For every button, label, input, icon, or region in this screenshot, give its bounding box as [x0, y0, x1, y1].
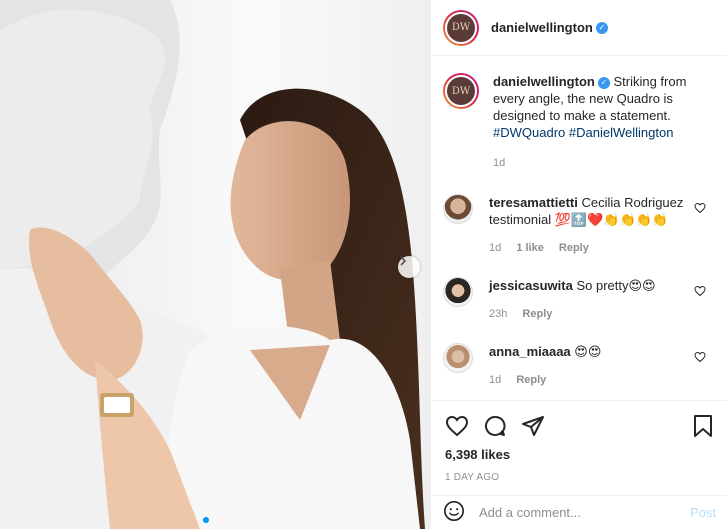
caption-meta: 1d: [493, 155, 713, 172]
caption-avatar[interactable]: DW: [443, 73, 479, 109]
comment-meta: 1d Reply: [489, 372, 689, 389]
comment-meta: 1d 1 like Reply: [489, 240, 689, 257]
post-header: DW danielwellington ✓: [431, 0, 727, 56]
comment-age: 1d: [489, 374, 502, 386]
caption-body: danielwellington ✓ Striking from every an…: [493, 73, 713, 172]
comment-item: jessicasuwita So pretty😍😍 23h Reply: [431, 277, 727, 323]
commenter-avatar[interactable]: [443, 194, 473, 224]
carousel-next-button[interactable]: [398, 256, 420, 278]
hashtag-link[interactable]: #DWQuadro: [493, 125, 565, 140]
caption: DW danielwellington ✓ Striking from every…: [431, 57, 727, 172]
reply-button[interactable]: Reply: [522, 308, 552, 320]
comment-item: anna_miaaaa 😍😍 1d Reply: [431, 343, 727, 389]
action-icons: [431, 401, 727, 441]
header-username[interactable]: danielwellington: [491, 20, 593, 35]
caption-age: 1d: [493, 157, 506, 169]
caption-username[interactable]: danielwellington: [493, 74, 595, 89]
comment-username[interactable]: jessicasuwita: [489, 278, 573, 293]
comment-like-heart-icon[interactable]: [694, 285, 706, 297]
commenter-avatar[interactable]: [443, 343, 473, 373]
reply-button[interactable]: Reply: [559, 242, 589, 254]
post-button[interactable]: Post: [690, 505, 716, 520]
comment-body: teresamattietti Cecilia Rodriguez testim…: [489, 194, 689, 257]
comment-username[interactable]: teresamattietti: [489, 195, 578, 210]
share-icon[interactable]: [521, 414, 545, 441]
avatar-image: DW: [445, 11, 477, 44]
hashtag-link[interactable]: #DanielWellington: [569, 125, 674, 140]
add-comment-bar: Post: [431, 495, 727, 529]
carousel-dot: [213, 517, 219, 523]
carousel-indicator: [203, 517, 219, 523]
photo-illustration: [0, 0, 425, 529]
verified-badge-icon: ✓: [595, 21, 608, 34]
carousel-dot-active: [203, 517, 209, 523]
post-actions: 6,398 likes 1 DAY AGO: [431, 400, 727, 483]
comment-likes-count[interactable]: 1 like: [516, 242, 544, 254]
comment-text: So pretty😍😍: [576, 278, 656, 293]
likes-count[interactable]: 6,398 likes: [431, 441, 727, 462]
comment-item: teresamattietti Cecilia Rodriguez testim…: [431, 194, 727, 257]
post-timestamp: 1 DAY AGO: [445, 472, 500, 483]
comment-body: anna_miaaaa 😍😍 1d Reply: [489, 343, 689, 389]
save-icon[interactable]: [692, 414, 714, 441]
comment-like-heart-icon[interactable]: [694, 351, 706, 363]
emoji-icon[interactable]: [443, 500, 465, 525]
commenter-avatar[interactable]: [443, 277, 473, 307]
avatar[interactable]: DW: [443, 9, 479, 46]
reply-button[interactable]: Reply: [516, 374, 546, 386]
comment-body: jessicasuwita So pretty😍😍 23h Reply: [489, 277, 689, 323]
comment-meta: 23h Reply: [489, 306, 689, 323]
comment-like-heart-icon[interactable]: [694, 202, 706, 214]
comment-icon[interactable]: [483, 414, 507, 441]
comment-age: 23h: [489, 308, 508, 320]
post-image[interactable]: [0, 0, 430, 529]
verified-badge-icon: ✓: [597, 76, 610, 89]
comment-input[interactable]: [479, 505, 690, 520]
comment-age: 1d: [489, 242, 502, 254]
comment-username[interactable]: anna_miaaaa: [489, 344, 571, 359]
post-side-panel: DW danielwellington ✓ DW danielwellingto…: [430, 0, 727, 529]
avatar-image: DW: [445, 75, 477, 107]
heart-icon[interactable]: [445, 414, 469, 441]
comments-list[interactable]: DW danielwellington ✓ Striking from every…: [431, 57, 727, 400]
comment-text: 😍😍: [574, 344, 602, 359]
